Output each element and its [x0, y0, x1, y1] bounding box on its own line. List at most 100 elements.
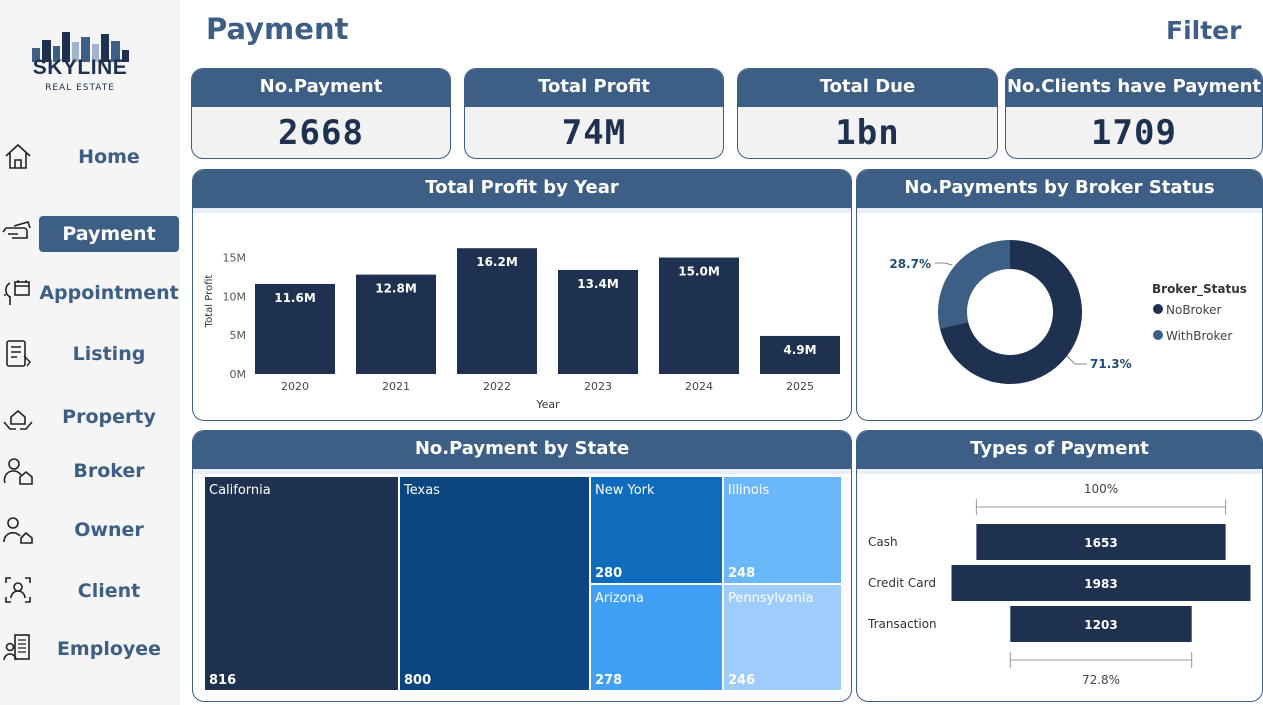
treemap-value: 248	[728, 566, 756, 581]
brand-logo[interactable]: SKYLINE REAL ESTATE	[24, 28, 136, 98]
brand-tagline: REAL ESTATE	[45, 83, 115, 93]
panel-title: Total Profit by Year	[193, 170, 851, 213]
sidebar-item-appointment[interactable]: Appointment	[39, 275, 179, 311]
treemap-cell-california[interactable]: California 816	[205, 477, 398, 690]
donut-chart: Broker_Status NoBroker WithBroker 71.3% 2…	[889, 240, 1247, 384]
donut-slice-withbroker[interactable]	[938, 240, 1010, 329]
treemap-cell-new-york[interactable]: New York 280	[591, 477, 722, 583]
kpi-card-no-payment: No.Payment 2668	[191, 68, 451, 159]
treemap-value: 280	[595, 566, 623, 581]
sidebar-item-home[interactable]: Home	[39, 139, 179, 175]
funnel-chart: 100% 72.8% 1653 Cash 1983 Credit Card 1203 Tr…	[867, 482, 1251, 687]
funnel-category-label: Credit Card	[868, 576, 936, 590]
panel-profit-by-year: Total Profit by Year Total Profit Year 0…	[192, 169, 852, 421]
treemap-value: 816	[209, 673, 237, 688]
treemap-value: 800	[404, 673, 432, 688]
client-icon	[5, 577, 31, 603]
treemap-cell-pennsylvania[interactable]: Pennsylvania 246	[724, 585, 841, 690]
treemap-chart: California 816 Texas 800 New York 280 Il…	[205, 477, 841, 690]
treemap-cell-illinois[interactable]: Illinois 248	[724, 477, 841, 583]
y-axis-label: Total Profit	[204, 275, 215, 329]
home-icon	[5, 143, 31, 169]
x-tick-label: 2025	[786, 380, 814, 393]
sidebar-item-owner[interactable]: Owner	[39, 512, 179, 548]
brand-name: SKYLINE	[32, 56, 128, 79]
payment-icon	[2, 221, 31, 239]
funnel-top-bracket	[975, 499, 1227, 515]
sidebar-item-client[interactable]: Client	[39, 573, 179, 609]
funnel-category-label: Transaction	[867, 617, 937, 631]
x-tick-label: 2024	[685, 380, 713, 393]
panel-types-of-payment: Types of Payment 100% 72.8% 1653 Cash 1983…	[856, 430, 1263, 702]
kpi-value: 1bn	[835, 113, 900, 153]
bar-data-label: 11.6M	[274, 291, 316, 305]
funnel-value-label: 1203	[1084, 618, 1117, 632]
funnel-value-label: 1983	[1084, 577, 1117, 591]
x-tick-label: 2022	[483, 380, 511, 393]
panel-title: No.Payment by State	[193, 431, 851, 474]
broker-icon	[3, 458, 33, 485]
sidebar: SKYLINE REAL ESTATE Home Payment Appoint…	[0, 0, 180, 705]
owner-icon	[3, 517, 33, 544]
legend-swatch-nobroker	[1153, 304, 1163, 314]
listing-icon	[6, 340, 31, 367]
funnel-category-label: Cash	[868, 535, 898, 549]
funnel-top-label: 100%	[1084, 482, 1118, 496]
kpi-value: 1709	[1091, 113, 1177, 153]
kpi-label: No.Payment	[192, 69, 450, 107]
treemap-cell-arizona[interactable]: Arizona 278	[591, 585, 722, 690]
donut-data-label: 28.7%	[889, 257, 931, 271]
kpi-value: 74M	[561, 113, 627, 153]
panel-title: No.Payments by Broker Status	[857, 170, 1262, 213]
bar-data-label: 13.4M	[577, 277, 619, 291]
kpi-card-total-due: Total Due 1bn	[737, 68, 998, 159]
sidebar-item-payment[interactable]: Payment	[39, 216, 179, 252]
legend-swatch-withbroker	[1153, 330, 1163, 340]
funnel-bottom-bracket	[1009, 652, 1193, 668]
kpi-label: Total Profit	[465, 69, 723, 107]
treemap-value: 246	[728, 673, 756, 688]
y-tick-label: 15M	[223, 252, 247, 265]
calendar-head-icon	[4, 280, 30, 305]
bar-data-label: 15.0M	[678, 265, 720, 279]
sidebar-item-employee[interactable]: Employee	[39, 631, 179, 667]
legend-item-nobroker[interactable]: NoBroker	[1166, 303, 1221, 317]
filter-button[interactable]: Filter	[1166, 16, 1241, 45]
kpi-card-clients-with-payment: No.Clients have Payment 1709	[1005, 68, 1263, 159]
x-axis-label: Year	[535, 398, 560, 411]
y-tick-label: 0M	[230, 368, 247, 381]
panel-title: Types of Payment	[857, 431, 1262, 474]
property-icon	[3, 409, 33, 430]
kpi-label: No.Clients have Payment	[1006, 69, 1262, 107]
y-tick-label: 10M	[223, 290, 247, 303]
treemap-value: 278	[595, 673, 623, 688]
kpi-value: 2668	[278, 113, 364, 153]
kpi-label: Total Due	[738, 69, 997, 107]
treemap-label: Pennsylvania	[728, 591, 814, 606]
donut-data-label: 71.3%	[1090, 357, 1132, 371]
panel-broker-status: No.Payments by Broker Status Broker_Stat…	[856, 169, 1263, 421]
x-tick-label: 2020	[281, 380, 309, 393]
treemap-cell-texas[interactable]: Texas 800	[400, 477, 589, 690]
panel-payment-by-state: No.Payment by State California 816 Texas…	[192, 430, 852, 702]
page-title: Payment	[206, 12, 349, 46]
legend-item-withbroker[interactable]: WithBroker	[1166, 329, 1232, 343]
x-tick-label: 2023	[584, 380, 612, 393]
treemap-label: New York	[595, 483, 655, 498]
bar-chart: Total Profit Year 0M 5M 10M 15M 11.6M 2020 12.…	[204, 248, 840, 411]
employee-icon	[3, 634, 30, 661]
leader-line	[935, 262, 953, 266]
bar-data-label: 4.9M	[783, 343, 816, 357]
bar-data-label: 12.8M	[375, 282, 417, 296]
sidebar-item-listing[interactable]: Listing	[39, 336, 179, 372]
y-tick-label: 5M	[230, 329, 247, 342]
treemap-label: Illinois	[728, 483, 770, 498]
sidebar-item-broker[interactable]: Broker	[39, 453, 179, 489]
legend-title: Broker_Status	[1152, 282, 1247, 297]
sidebar-item-property[interactable]: Property	[39, 399, 179, 435]
kpi-card-total-profit: Total Profit 74M	[464, 68, 724, 159]
funnel-bottom-label: 72.8%	[1082, 673, 1120, 687]
treemap-label: Texas	[404, 483, 440, 498]
treemap-label: Arizona	[595, 591, 644, 606]
funnel-value-label: 1653	[1084, 536, 1117, 550]
